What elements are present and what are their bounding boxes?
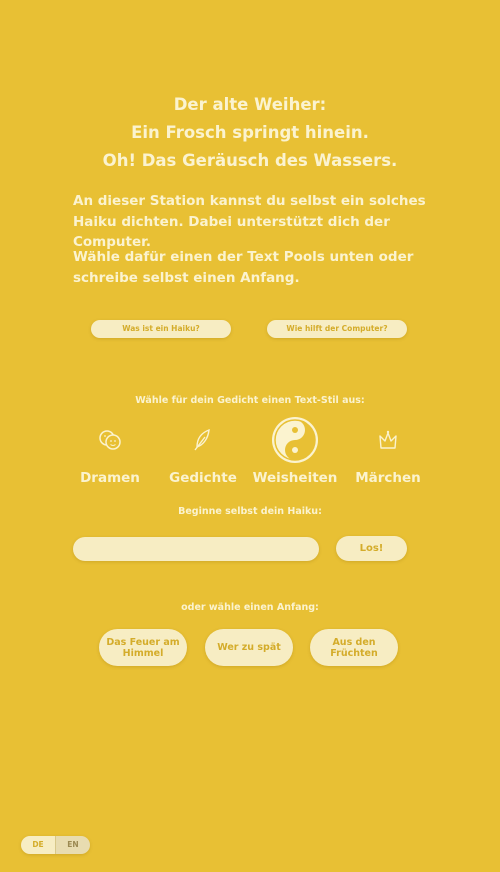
masks-icon: [60, 414, 160, 466]
style-label: Märchen: [355, 470, 421, 486]
start-option-button[interactable]: Das Feuer am Himmel: [99, 629, 187, 666]
choose-start-label: oder wähle einen Anfang:: [181, 602, 319, 613]
style-option-gedichte[interactable]: Gedichte: [153, 414, 253, 486]
crown-icon: [338, 414, 438, 466]
language-en-button[interactable]: EN: [55, 836, 90, 854]
style-label: Weisheiten: [252, 470, 338, 486]
haiku-line-2: Ein Frosch springt hinein.: [131, 123, 369, 142]
style-label: Gedichte: [169, 470, 237, 486]
style-option-dramen[interactable]: Dramen: [60, 414, 160, 486]
haiku-start-field[interactable]: [73, 537, 319, 563]
start-option-button[interactable]: Wer zu spät: [205, 629, 293, 666]
go-button[interactable]: Los!: [336, 536, 407, 561]
language-switch: DE EN: [21, 836, 90, 854]
own-start-label: Beginne selbst dein Haiku:: [178, 506, 322, 517]
intro-paragraph-2: Wähle dafür einen der Text Pools unten o…: [73, 249, 414, 286]
haiku-example: Der alte Weiher: Ein Frosch springt hine…: [0, 91, 500, 175]
text-style-selector: Dramen Gedichte Weisheiten Märchen: [0, 414, 500, 494]
haiku-start-input[interactable]: [85, 537, 309, 563]
haiku-line-1: Der alte Weiher:: [173, 95, 327, 114]
intro-paragraph-1: An dieser Station kannst du selbst ein s…: [73, 193, 426, 250]
yin-yang-icon: [245, 414, 345, 466]
start-option-button[interactable]: Aus den Früchten: [310, 629, 398, 666]
style-label: Dramen: [80, 470, 140, 486]
style-option-weisheiten[interactable]: Weisheiten: [245, 414, 345, 486]
what-is-haiku-button[interactable]: Was ist ein Haiku?: [91, 320, 231, 338]
style-section-label: Wähle für dein Gedicht einen Text-Stil a…: [135, 395, 365, 406]
language-de-button[interactable]: DE: [21, 836, 55, 854]
quill-icon: [153, 414, 253, 466]
style-option-maerchen[interactable]: Märchen: [338, 414, 438, 486]
haiku-line-3: Oh! Das Geräusch des Wassers.: [102, 151, 398, 170]
how-computer-helps-button[interactable]: Wie hilft der Computer?: [267, 320, 407, 338]
